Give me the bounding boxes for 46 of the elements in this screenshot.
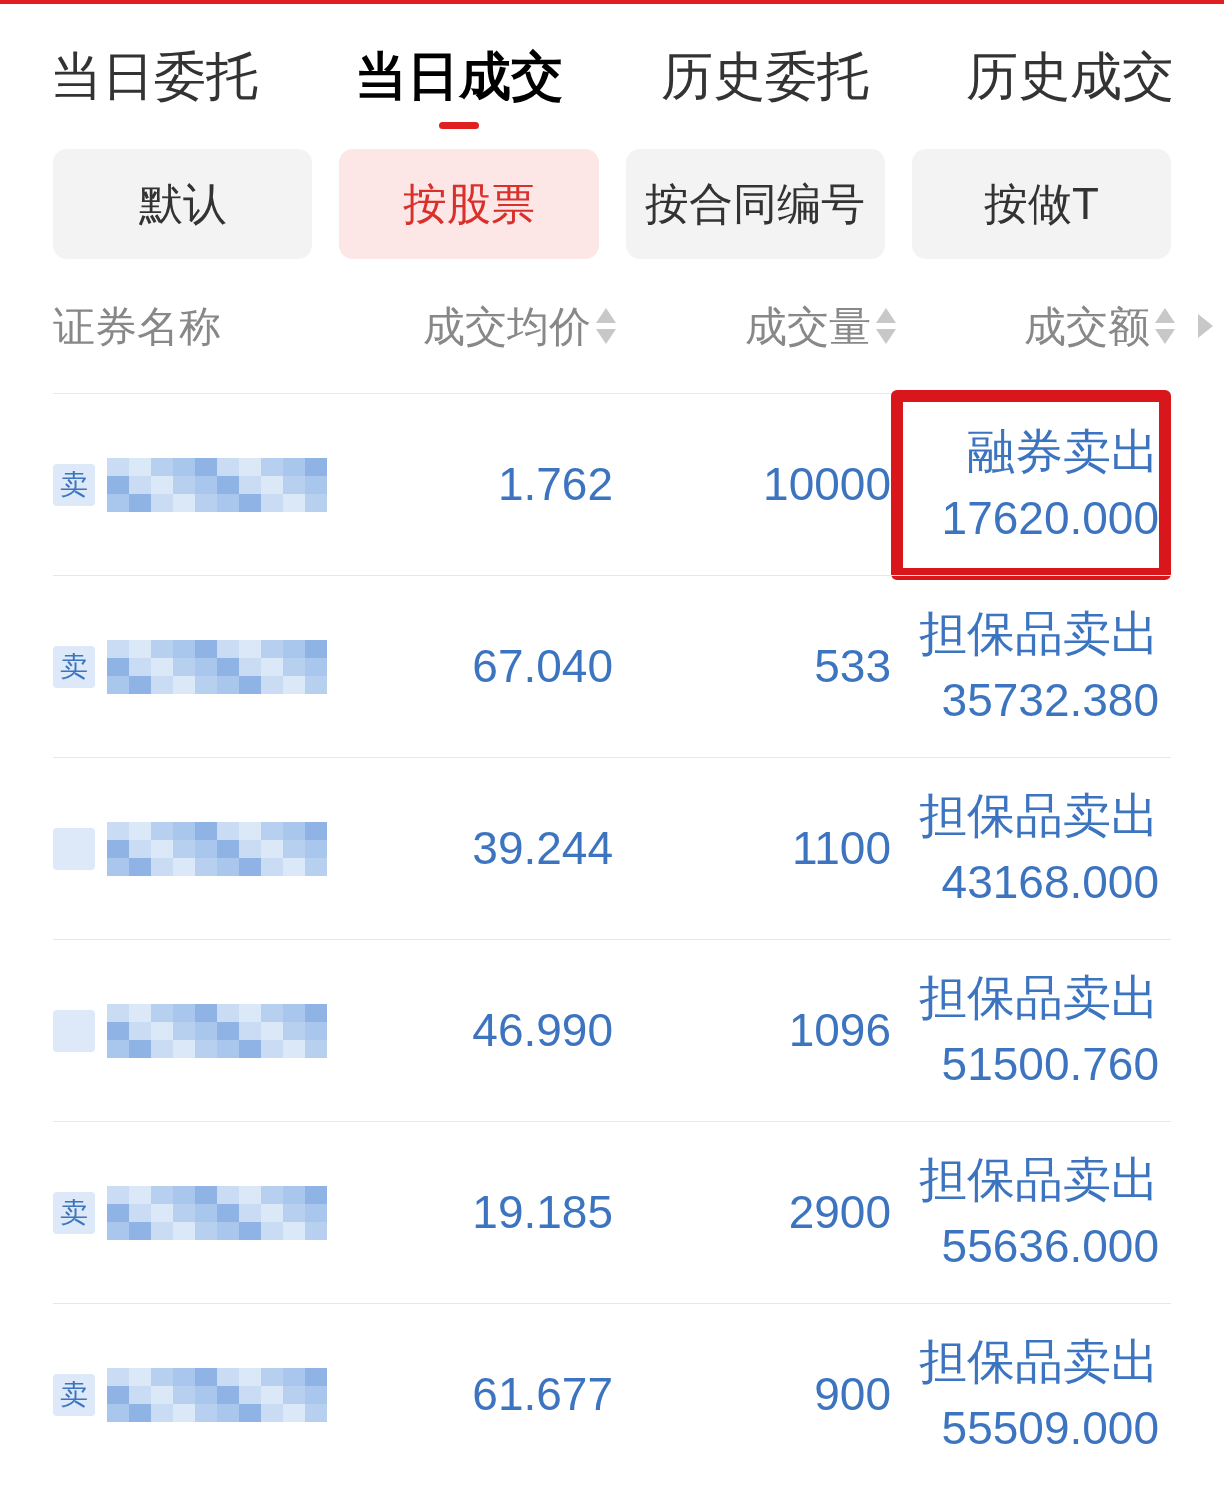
trade-side-badge: 卖 [53,1191,95,1234]
trade-type: 担保品卖出 [919,787,1159,844]
trade-type: 担保品卖出 [919,969,1159,1026]
tab[interactable]: 当日成交 [355,44,564,129]
sort-icon[interactable] [874,306,897,346]
filter-button[interactable]: 按股票 [339,149,599,259]
sort-icon[interactable] [1154,306,1177,346]
column-header: 成交额 [1024,301,1151,352]
price-cell-text: 19.185 [471,1185,613,1240]
price-cell-text: 1.762 [496,457,613,512]
trade-side-badge: 卖 [53,645,95,688]
trade-type: 担保品卖出 [919,1151,1159,1208]
column-header: 成交量 [744,301,871,352]
filter-button[interactable]: 按做T [911,149,1171,259]
volume-cell-text: 1100 [791,821,891,876]
trade-side-badge [53,1009,95,1052]
column-header: 证券名称 [53,301,221,352]
price-cell-text: 67.040 [471,639,613,694]
price-cell-text: 39.244 [471,821,613,876]
filter-button[interactable]: 按合同编号 [625,149,885,259]
volume-cell-text: 10000 [762,457,891,512]
amount-value: 51500.760 [941,1036,1159,1092]
price-cell-text: 61.677 [471,1367,613,1422]
amount-value: 55636.000 [941,1218,1159,1274]
trade-type: 担保品卖出 [919,1333,1159,1390]
trade-type: 担保品卖出 [919,605,1159,662]
filter-button[interactable]: 默认 [53,149,313,259]
caret-right-icon [1196,313,1214,339]
volume-cell-text: 533 [813,639,891,694]
trade-type: 融券卖出 [967,423,1159,480]
tab[interactable]: 当日委托 [50,44,258,129]
amount-value: 35732.380 [941,672,1159,728]
tab[interactable]: 历史委托 [660,44,869,129]
sort-icon[interactable] [595,306,617,346]
trade-side-badge: 卖 [53,463,95,506]
column-header: 成交均价 [423,301,591,352]
volume-cell-text: 2900 [787,1185,891,1240]
amount-value: 43168.000 [941,854,1159,910]
amount-value: 17620.000 [941,490,1159,546]
trade-side-badge [53,827,95,870]
volume-cell-text: 900 [813,1367,891,1422]
trade-side-badge: 卖 [53,1373,95,1416]
tab[interactable]: 历史成交 [966,44,1174,129]
volume-cell-text: 1096 [787,1003,891,1058]
amount-value: 55509.000 [941,1400,1159,1456]
price-cell-text: 46.990 [471,1003,613,1058]
